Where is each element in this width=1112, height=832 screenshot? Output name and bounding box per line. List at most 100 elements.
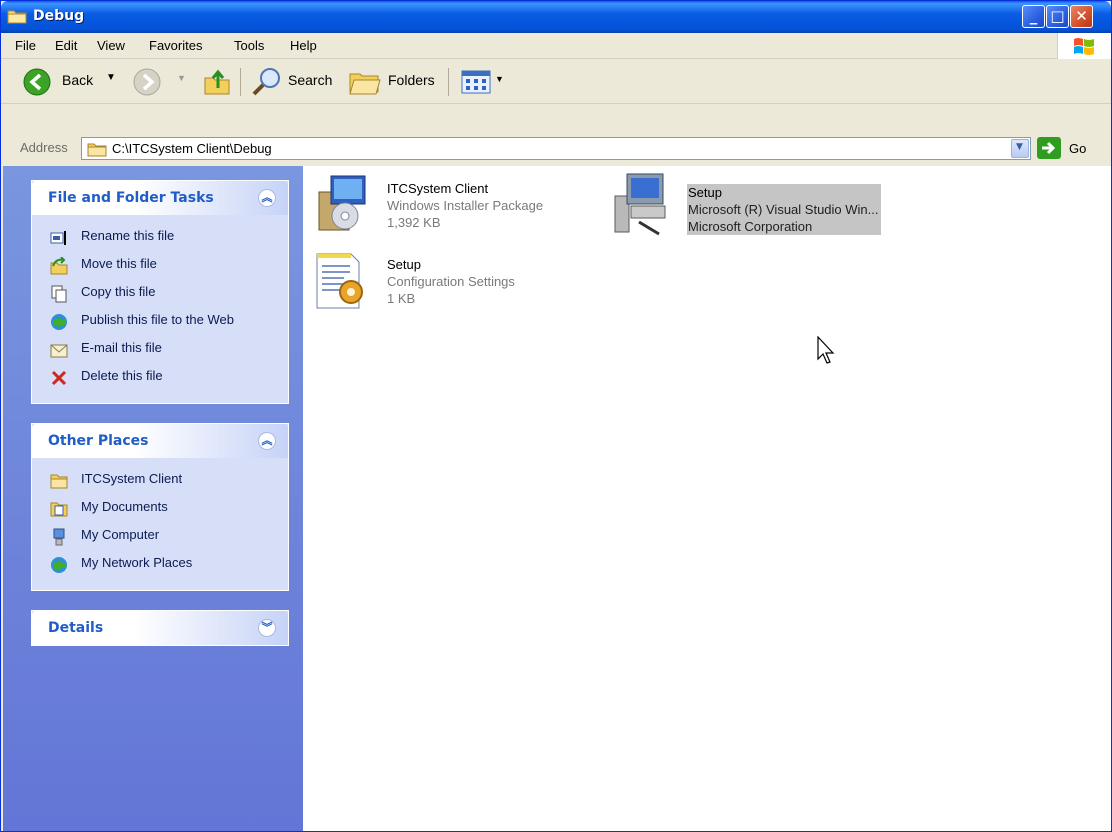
collapse-icon[interactable]: ︽ <box>258 432 276 450</box>
my-computer-icon <box>53 528 65 546</box>
maximize-icon: □ <box>1050 7 1065 25</box>
folders-button[interactable]: Folders <box>388 72 435 88</box>
window-title: Debug <box>33 8 85 24</box>
file-list-area[interactable]: ITCSystem Client Windows Installer Packa… <box>303 166 1111 831</box>
go-label[interactable]: Go <box>1069 141 1086 156</box>
search-icon[interactable] <box>251 67 283 97</box>
toolbar: Back ▼ ▼ Search Folders ▼ Address C:\ITC… <box>1 60 1111 160</box>
address-dropdown-button[interactable]: ▼ <box>1011 139 1029 158</box>
task-label: E-mail this file <box>81 340 162 355</box>
task-publish-file[interactable]: Publish this file to the Web <box>32 307 288 335</box>
setup-exe-icon <box>614 173 666 236</box>
place-label: My Documents <box>81 499 168 514</box>
menu-bar: File Edit View Favorites Tools Help <box>1 33 1111 59</box>
maximize-button[interactable]: □ <box>1046 5 1069 28</box>
chevron-down-icon: ▼ <box>1016 142 1023 152</box>
file-type: Windows Installer Package <box>387 198 544 213</box>
go-arrow-icon <box>1042 141 1056 155</box>
task-pane: File and Folder Tasks ︽ Rename this file… <box>3 166 303 831</box>
address-path: C:\ITCSystem Client\Debug <box>112 141 272 156</box>
place-label: My Computer <box>81 527 160 542</box>
file-text: Setup Microsoft (R) Visual Studio Win...… <box>687 184 882 235</box>
back-arrow-icon[interactable] <box>23 68 51 96</box>
toolbar-separator <box>448 68 449 96</box>
forward-dropdown-icon[interactable]: ▼ <box>177 73 186 83</box>
folder-icon <box>87 143 107 157</box>
expand-icon[interactable]: ︾ <box>258 619 276 637</box>
place-label: My Network Places <box>81 555 193 570</box>
forward-arrow-icon[interactable] <box>133 68 161 96</box>
publish-icon <box>51 314 67 330</box>
task-move-file[interactable]: Move this file <box>32 251 288 279</box>
toolbar-separator <box>240 68 241 96</box>
file-item-selected[interactable]: Setup Microsoft (R) Visual Studio Win...… <box>609 172 909 240</box>
file-description: Microsoft (R) Visual Studio Win... <box>688 202 879 217</box>
folders-icon[interactable] <box>348 68 382 96</box>
panel-header[interactable]: Other Places ︽ <box>32 424 288 458</box>
folder-icon <box>7 10 27 24</box>
title-bar[interactable]: Debug _ □ ✕ <box>1 1 1111 33</box>
views-icon[interactable] <box>461 70 491 94</box>
windows-flag-icon <box>1074 38 1094 55</box>
file-text: Setup Configuration Settings 1 KB <box>387 256 515 307</box>
details-panel: Details ︾ <box>31 610 289 646</box>
panel-header[interactable]: File and Folder Tasks ︽ <box>32 181 288 215</box>
panel-header[interactable]: Details ︾ <box>32 611 288 645</box>
network-places-icon <box>51 557 67 573</box>
close-button[interactable]: ✕ <box>1070 5 1093 28</box>
panel-title: File and Folder Tasks <box>48 190 214 206</box>
copy-icon <box>51 285 67 303</box>
email-icon <box>50 344 68 358</box>
task-copy-file[interactable]: Copy this file <box>32 279 288 307</box>
file-name: ITCSystem Client <box>387 181 489 196</box>
address-bar: Address C:\ITCSystem Client\Debug ▼ Go <box>1 136 1111 162</box>
place-itcsystem-client[interactable]: ITCSystem Client <box>32 466 288 494</box>
minimize-button[interactable]: _ <box>1022 5 1045 28</box>
place-label: ITCSystem Client <box>81 471 183 486</box>
views-dropdown-icon[interactable]: ▼ <box>495 74 504 84</box>
panel-body: ITCSystem Client My Documents My Compute… <box>32 458 288 578</box>
close-icon: ✕ <box>1075 7 1088 25</box>
back-button[interactable]: Back <box>62 72 93 88</box>
address-label: Address <box>20 140 68 155</box>
panel-body: Rename this file Move this file Copy thi… <box>32 215 288 391</box>
menu-view[interactable]: View <box>97 38 125 53</box>
mouse-cursor-icon <box>817 336 835 364</box>
place-my-documents[interactable]: My Documents <box>32 494 288 522</box>
up-folder-icon[interactable] <box>203 66 231 96</box>
task-delete-file[interactable]: Delete this file <box>32 363 288 391</box>
menu-tools[interactable]: Tools <box>234 38 264 53</box>
file-size: 1 KB <box>387 291 416 306</box>
file-type: Configuration Settings <box>387 274 515 289</box>
menu-help[interactable]: Help <box>290 38 317 53</box>
task-label: Delete this file <box>81 368 163 383</box>
place-my-computer[interactable]: My Computer <box>32 522 288 550</box>
file-folder-tasks-panel: File and Folder Tasks ︽ Rename this file… <box>31 180 289 404</box>
config-settings-icon <box>316 253 363 309</box>
panel-title: Other Places <box>48 433 149 449</box>
task-rename-file[interactable]: Rename this file <box>32 223 288 251</box>
task-label: Move this file <box>81 256 157 271</box>
file-item[interactable]: ITCSystem Client Windows Installer Packa… <box>309 172 589 240</box>
file-item[interactable]: Setup Configuration Settings 1 KB <box>309 248 589 316</box>
explorer-window: Debug _ □ ✕ File Edit View Favorites Too… <box>0 0 1112 832</box>
delete-icon <box>51 370 67 386</box>
go-button[interactable] <box>1037 137 1061 159</box>
search-button[interactable]: Search <box>288 72 332 88</box>
menu-file[interactable]: File <box>15 38 36 53</box>
menu-edit[interactable]: Edit <box>55 38 77 53</box>
place-my-network-places[interactable]: My Network Places <box>32 550 288 578</box>
address-input[interactable]: C:\ITCSystem Client\Debug ▼ <box>81 137 1031 160</box>
menu-favorites[interactable]: Favorites <box>149 38 202 53</box>
file-text: ITCSystem Client Windows Installer Packa… <box>387 180 543 231</box>
file-name: Setup <box>688 185 722 200</box>
task-email-file[interactable]: E-mail this file <box>32 335 288 363</box>
other-places-panel: Other Places ︽ ITCSystem Client My Docum… <box>31 423 289 591</box>
standard-buttons: Back ▼ ▼ Search Folders ▼ <box>1 60 1111 104</box>
back-dropdown-icon[interactable]: ▼ <box>106 72 116 83</box>
collapse-icon[interactable]: ︽ <box>258 189 276 207</box>
task-label: Copy this file <box>81 284 156 299</box>
windows-logo <box>1057 33 1111 59</box>
rename-icon <box>50 231 66 245</box>
file-name: Setup <box>387 257 421 272</box>
